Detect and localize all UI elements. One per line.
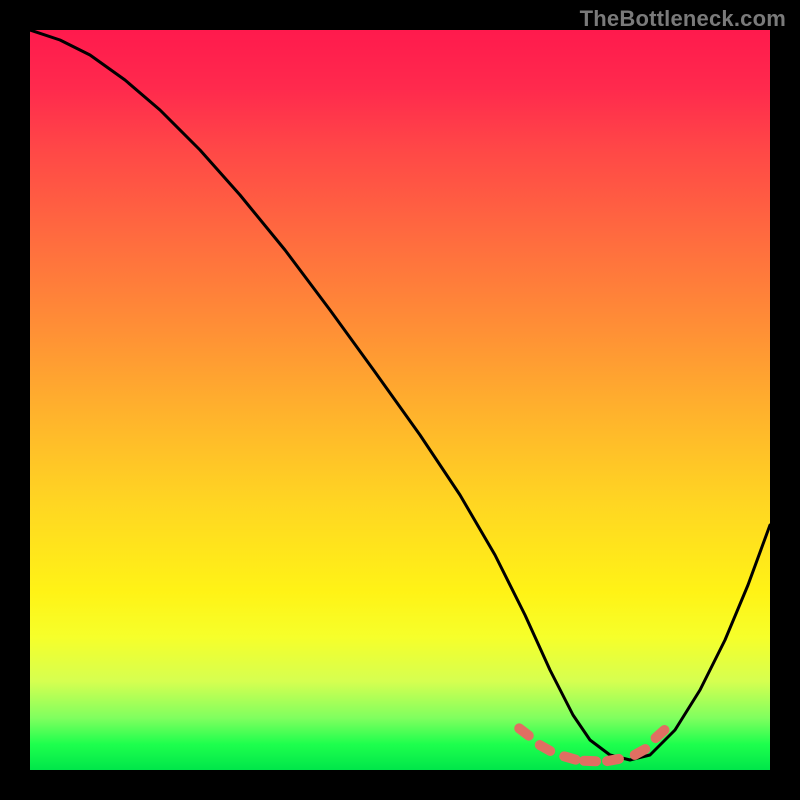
plot-area [30,30,770,770]
trough-marker [512,721,536,742]
trough-marker [601,753,624,767]
trough-marker [558,750,582,766]
trough-marker [648,723,671,745]
bottleneck-curve [30,30,770,760]
chart-svg [30,30,770,770]
chart-frame: TheBottleneck.com [0,0,800,800]
trough-marker [579,755,601,766]
watermark-text: TheBottleneck.com [580,6,786,32]
trough-marker [533,738,557,758]
